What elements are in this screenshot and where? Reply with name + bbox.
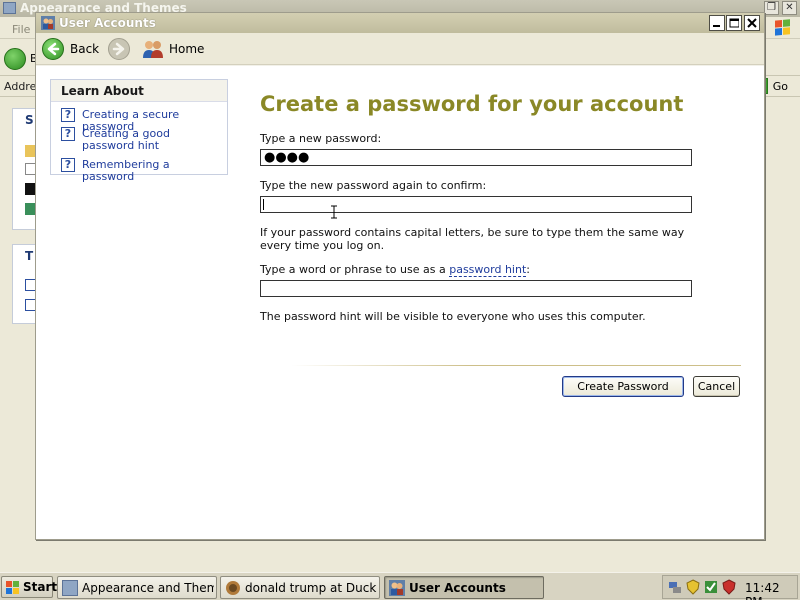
minimize-icon — [713, 25, 720, 27]
help-link-secure-password[interactable]: ? Creating a secure password — [61, 108, 225, 133]
forward-arrow-icon[interactable] — [108, 38, 130, 60]
maximize-button[interactable] — [726, 15, 742, 31]
new-password-input[interactable]: ●●●● — [260, 149, 692, 166]
control-panel-icon — [62, 580, 78, 596]
system-tray: 11:42 PM — [662, 575, 798, 600]
firewall-shield-icon[interactable] — [721, 579, 737, 595]
help-question-icon: ? — [61, 108, 75, 122]
minimize-button[interactable] — [709, 15, 725, 31]
background-panel-header-2: T — [25, 249, 34, 263]
security-shield-icon[interactable] — [685, 579, 701, 595]
confirm-password-label: Type the new password again to confirm: — [260, 179, 487, 192]
password-hint-label: Type a word or phrase to use as a passwo… — [260, 263, 530, 277]
back-button[interactable]: Back — [42, 37, 104, 61]
user-accounts-icon — [389, 580, 405, 596]
title-bar[interactable]: User Accounts — [36, 13, 764, 33]
navigation-bar: Back Home — [36, 33, 764, 65]
taskbar: Start Appearance and Themes donald trump… — [0, 572, 800, 600]
background-right-edge — [763, 98, 800, 572]
close-icon[interactable]: ✕ — [782, 1, 797, 15]
windows-logo-icon — [6, 581, 19, 594]
capital-letters-note: If your password contains capital letter… — [260, 226, 685, 252]
learn-about-panel: Learn About ? Creating a secure password… — [50, 79, 228, 183]
start-button[interactable]: Start — [1, 576, 57, 598]
maximize-icon — [729, 18, 739, 28]
hint-label-prefix: Type a word or phrase to use as a — [260, 263, 450, 276]
taskbar-item-appearance-and-themes[interactable]: Appearance and Themes — [57, 576, 217, 599]
help-link-remembering-password[interactable]: ? Remembering a password — [61, 158, 225, 183]
help-link-good-hint[interactable]: ? Creating a good password hint — [61, 127, 225, 155]
go-button[interactable]: Go — [773, 80, 788, 93]
back-arrow-icon[interactable] — [4, 48, 26, 70]
create-password-button[interactable]: Create Password — [562, 376, 684, 397]
learn-about-header: Learn About — [51, 80, 227, 102]
browser-icon — [226, 581, 240, 595]
help-question-icon: ? — [61, 158, 75, 172]
page-title: Create a password for your account — [260, 92, 684, 116]
taskbar-item-label: Appearance and Themes — [82, 581, 214, 595]
taskbar-item-label: User Accounts — [409, 581, 506, 595]
text-caret — [263, 199, 264, 210]
content-area: Learn About ? Creating a secure password… — [36, 66, 764, 539]
antivirus-icon[interactable] — [703, 579, 719, 595]
new-password-label: Type a new password: — [260, 132, 382, 145]
windows-logo-icon — [775, 19, 790, 36]
window-title: User Accounts — [59, 16, 156, 30]
help-question-icon: ? — [61, 127, 75, 141]
restore-icon[interactable]: ❐ — [764, 1, 779, 15]
hint-visibility-note: The password hint will be visible to eve… — [260, 310, 646, 323]
taskbar-clock: 11:42 PM — [745, 581, 780, 600]
users-home-icon — [143, 41, 163, 58]
close-icon — [747, 18, 757, 28]
password-hint-input[interactable] — [260, 280, 692, 297]
user-accounts-icon — [41, 16, 55, 30]
menu-file[interactable]: File — [12, 23, 30, 36]
taskbar-item-user-accounts[interactable]: User Accounts — [384, 576, 544, 599]
start-label: Start — [23, 580, 58, 594]
confirm-password-input[interactable] — [260, 196, 692, 213]
new-password-masked-value: ●●●● — [264, 150, 310, 165]
learn-about-title: Learn About — [61, 84, 144, 98]
user-accounts-window: User Accounts Back Home Learn About ? Cr… — [35, 12, 765, 540]
back-label: Back — [70, 42, 100, 56]
taskbar-item-label: donald trump at DuckDuc... — [245, 581, 377, 595]
ibeam-cursor-icon — [331, 205, 337, 219]
password-hint-link[interactable]: password hint — [449, 263, 527, 277]
back-arrow-icon — [42, 38, 64, 60]
help-link-label: Creating a good password hint — [82, 127, 170, 152]
control-panel-icon — [3, 2, 16, 14]
form-divider — [291, 365, 741, 366]
home-label: Home — [169, 42, 205, 56]
cancel-button[interactable]: Cancel — [693, 376, 740, 397]
help-link-label: Remembering a password — [82, 158, 170, 183]
network-icon[interactable] — [667, 579, 683, 595]
close-button[interactable] — [744, 15, 760, 31]
hint-label-suffix: : — [526, 263, 530, 276]
taskbar-item-duckduckgo[interactable]: donald trump at DuckDuc... — [220, 576, 380, 599]
home-button[interactable]: Home — [141, 37, 205, 61]
background-panel-header: S — [25, 113, 34, 127]
